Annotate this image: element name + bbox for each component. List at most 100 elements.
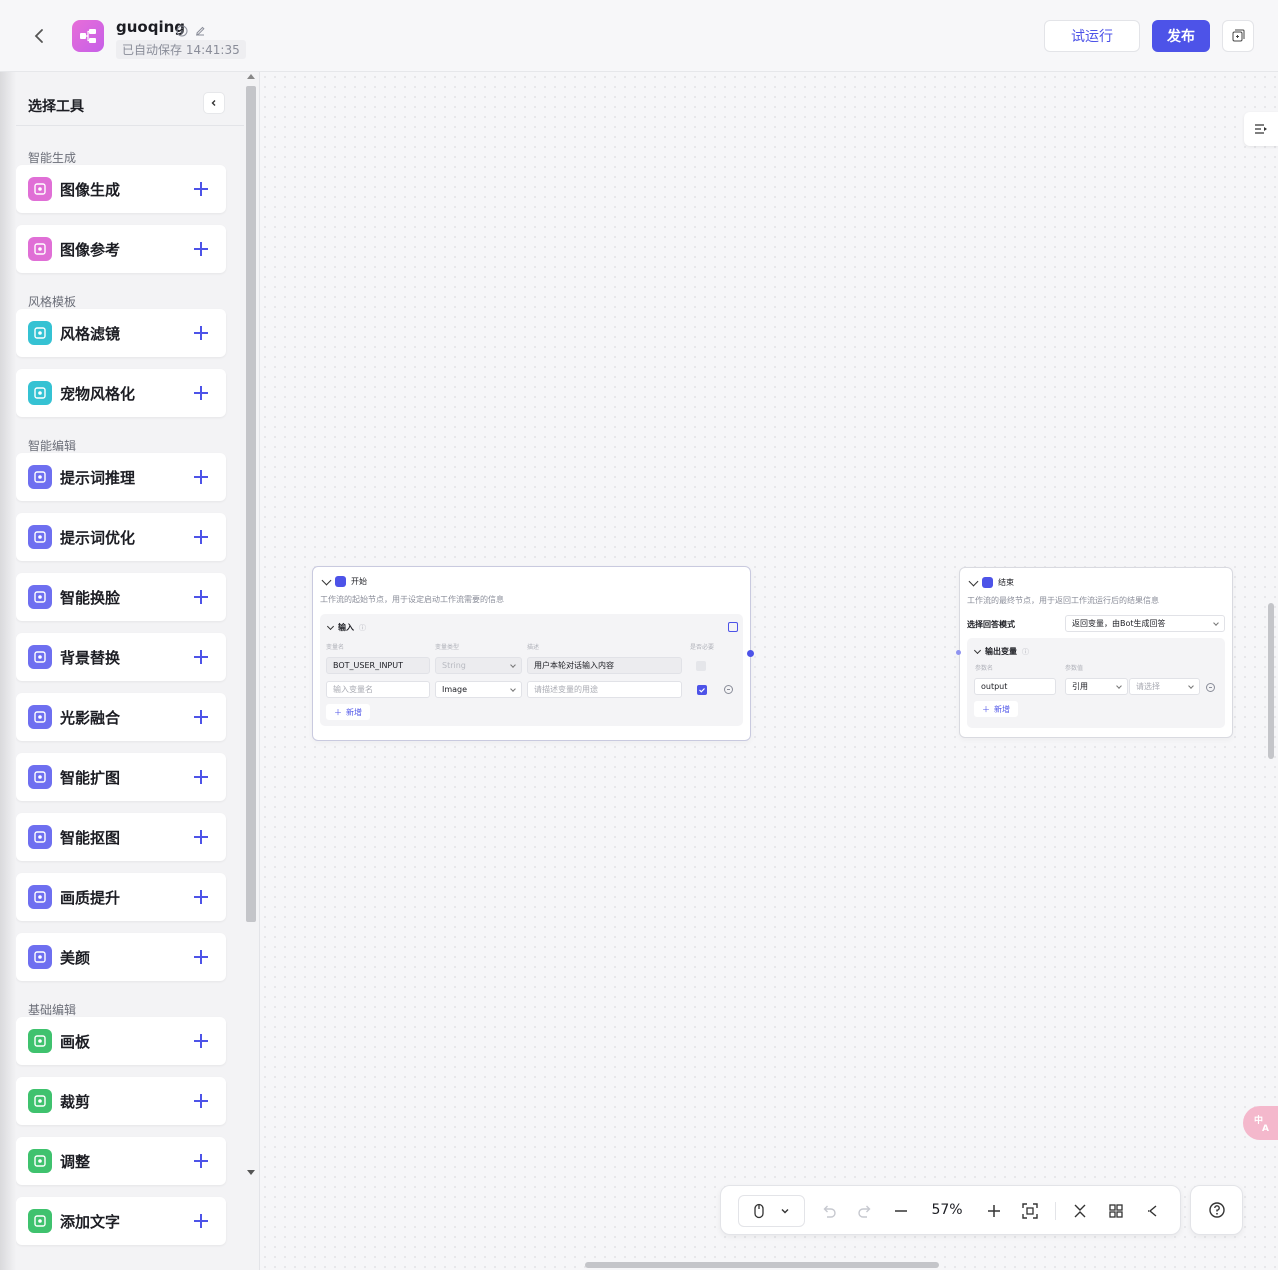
add-icon[interactable]: [194, 589, 210, 605]
text-icon: [28, 1209, 52, 1233]
add-icon[interactable]: [194, 469, 210, 485]
input-label: 输入: [338, 623, 354, 632]
undo-icon[interactable]: [817, 1199, 841, 1223]
collapse-sidebar-icon[interactable]: [203, 92, 225, 114]
tool-item[interactable]: 图像生成: [16, 165, 226, 213]
variable-description-input[interactable]: 请描述变量的用途: [527, 681, 682, 698]
add-icon[interactable]: [194, 1033, 210, 1049]
add-icon[interactable]: [194, 769, 210, 785]
redo-icon[interactable]: [853, 1199, 877, 1223]
tool-label: 背景替换: [60, 648, 121, 667]
answer-mode-select[interactable]: 返回变量，由Bot生成回答: [1065, 615, 1225, 632]
add-icon[interactable]: [194, 241, 210, 257]
add-icon[interactable]: [194, 649, 210, 665]
required-checkbox[interactable]: [697, 685, 707, 695]
panel-toggle-icon[interactable]: [1244, 112, 1278, 146]
tool-item[interactable]: 智能抠图: [16, 813, 226, 861]
sidebar-scrollbar[interactable]: [244, 72, 256, 1192]
add-icon[interactable]: [194, 889, 210, 905]
variable-type-select[interactable]: Image: [435, 681, 522, 698]
add-icon[interactable]: [194, 1213, 210, 1229]
tool-item[interactable]: 美颜: [16, 933, 226, 981]
autosave-status: 已自动保存 14:41:35: [116, 40, 246, 59]
back-arrow-icon[interactable]: [28, 24, 52, 48]
add-variable-icon[interactable]: [728, 622, 738, 632]
node-description: 工作流的最终节点，用于返回工作流运行后的结果信息: [967, 596, 1159, 605]
add-icon[interactable]: [194, 529, 210, 545]
interaction-mode-select[interactable]: [738, 1195, 805, 1227]
fit-view-icon[interactable]: [1018, 1199, 1042, 1223]
start-node[interactable]: 开始 工作流的起始节点，用于设定启动工作流需要的信息 输入 ⓘ 变量名 变量类型…: [312, 566, 751, 741]
tool-item[interactable]: 提示词推理: [16, 453, 226, 501]
output-name-input[interactable]: output: [974, 678, 1056, 695]
tool-label: 风格滤镜: [60, 324, 121, 343]
tool-item[interactable]: 裁剪: [16, 1077, 226, 1125]
remove-row-icon[interactable]: [1206, 683, 1215, 692]
collapse-chevron-icon[interactable]: [968, 576, 979, 586]
translate-icon[interactable]: 中A: [1243, 1106, 1278, 1140]
copy-icon[interactable]: [1222, 20, 1254, 52]
scrollbar-thumb[interactable]: [246, 86, 256, 922]
remove-row-icon[interactable]: [724, 685, 733, 694]
add-output-button[interactable]: ＋新增: [974, 701, 1018, 717]
zoom-in-icon[interactable]: [982, 1199, 1006, 1223]
info-icon: ⓘ: [359, 623, 366, 632]
scroll-down-icon[interactable]: [247, 1170, 255, 1175]
tool-label: 智能扩图: [60, 768, 121, 787]
tool-label: 提示词优化: [60, 528, 136, 547]
tool-item[interactable]: 智能扩图: [16, 753, 226, 801]
image-generate-icon: [28, 177, 52, 201]
add-icon[interactable]: [194, 1153, 210, 1169]
add-icon[interactable]: [194, 181, 210, 197]
chevron-down-icon[interactable]: [326, 622, 335, 630]
variable-name-field[interactable]: BOT_USER_INPUT: [326, 657, 430, 674]
variable-description-field[interactable]: 用户本轮对话输入内容: [527, 657, 682, 674]
edit-icon[interactable]: [194, 22, 206, 36]
tool-item[interactable]: 画板: [16, 1017, 226, 1065]
help-icon[interactable]: [1190, 1185, 1243, 1235]
tool-label: 图像生成: [60, 180, 121, 199]
trial-run-button[interactable]: 试运行: [1044, 20, 1140, 52]
scroll-up-icon[interactable]: [247, 74, 255, 79]
end-node[interactable]: 结束 工作流的最终节点，用于返回工作流运行后的结果信息 选择回答模式 返回变量，…: [959, 567, 1233, 738]
add-icon[interactable]: [194, 1093, 210, 1109]
info-icon[interactable]: [176, 22, 188, 37]
variable-name-input[interactable]: 输入变量名: [326, 681, 430, 698]
tool-label: 调整: [60, 1152, 91, 1171]
collapse-nodes-icon[interactable]: [1068, 1199, 1092, 1223]
tool-item[interactable]: 添加文字: [16, 1197, 226, 1245]
add-icon[interactable]: [194, 325, 210, 341]
comment-icon[interactable]: [1140, 1199, 1164, 1223]
tool-item[interactable]: 图像参考: [16, 225, 226, 273]
add-icon[interactable]: [194, 385, 210, 401]
column-header: 描述: [527, 644, 540, 651]
tool-item[interactable]: 调整: [16, 1137, 226, 1185]
tool-item[interactable]: 智能换脸: [16, 573, 226, 621]
start-output-port[interactable]: [747, 650, 754, 657]
tool-item[interactable]: 画质提升: [16, 873, 226, 921]
pet-style-icon: [28, 381, 52, 405]
zoom-level[interactable]: 57%: [927, 1202, 967, 1218]
add-input-button[interactable]: ＋新增: [326, 704, 370, 720]
zoom-out-icon[interactable]: [889, 1199, 913, 1223]
collapse-chevron-icon[interactable]: [321, 575, 332, 585]
background-icon: [28, 645, 52, 669]
auto-layout-icon[interactable]: [1104, 1199, 1128, 1223]
end-input-port[interactable]: [956, 650, 961, 655]
canvas-horizontal-scrollbar[interactable]: [585, 1262, 939, 1268]
tool-label: 裁剪: [60, 1092, 91, 1111]
chevron-down-icon[interactable]: [973, 646, 982, 654]
canvas-vertical-scrollbar[interactable]: [1268, 603, 1274, 759]
source-select[interactable]: 引用: [1065, 678, 1128, 695]
value-select[interactable]: 请选择: [1129, 678, 1200, 695]
publish-button[interactable]: 发布: [1152, 20, 1210, 52]
add-icon[interactable]: [194, 709, 210, 725]
tool-item[interactable]: 风格滤镜: [16, 309, 226, 357]
tool-item[interactable]: 宠物风格化: [16, 369, 226, 417]
tool-item[interactable]: 光影融合: [16, 693, 226, 741]
tool-item[interactable]: 背景替换: [16, 633, 226, 681]
add-icon[interactable]: [194, 949, 210, 965]
add-icon[interactable]: [194, 829, 210, 845]
tool-item[interactable]: 提示词优化: [16, 513, 226, 561]
sidebar-title: 选择工具: [28, 99, 84, 115]
